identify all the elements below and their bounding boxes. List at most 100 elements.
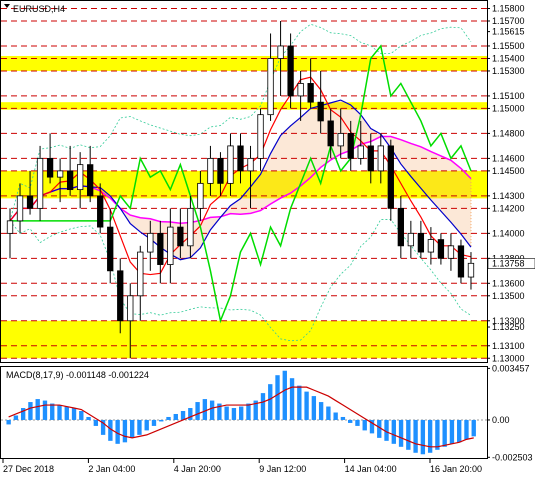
chart-window[interactable]: 1.15800 1.15700 1.15615 1.15500 1.15400 1.153… bbox=[0, 0, 535, 482]
macd-bar bbox=[413, 419, 418, 453]
chart-canvas[interactable]: 1.15800 1.157001.15615 1.15500 1.15400 1.153… bbox=[0, 0, 535, 482]
candle-body bbox=[257, 114, 264, 159]
candle-body bbox=[387, 145, 394, 209]
macd-bar bbox=[398, 419, 404, 447]
candle-body bbox=[117, 270, 124, 322]
candle-body bbox=[437, 239, 445, 259]
macd-bar bbox=[471, 419, 476, 437]
macd-bar bbox=[362, 419, 367, 431]
candle-body bbox=[46, 157, 54, 178]
macd-bar bbox=[64, 406, 69, 420]
candle-body bbox=[407, 232, 415, 247]
macd-bar bbox=[35, 399, 40, 420]
candle-body bbox=[237, 145, 244, 172]
macd-bar bbox=[275, 375, 280, 420]
macd-bar bbox=[28, 402, 33, 420]
yellow-zone bbox=[1, 320, 487, 359]
price-tick-label: 1.13250 bbox=[492, 322, 525, 332]
macd-bar bbox=[246, 403, 251, 420]
macd-bar bbox=[209, 400, 215, 420]
price-tick-label: 1.14300 bbox=[492, 191, 525, 201]
candle-body bbox=[97, 195, 104, 228]
candle-body bbox=[247, 157, 254, 172]
candle-body bbox=[167, 226, 174, 265]
macd-bar bbox=[129, 419, 135, 438]
candle-body bbox=[327, 120, 334, 147]
candle-body bbox=[26, 195, 34, 209]
price-tick-label: 1.15800 bbox=[492, 3, 525, 13]
candle-body bbox=[307, 83, 314, 103]
macd-bar bbox=[268, 384, 273, 420]
macd-bar bbox=[57, 405, 62, 420]
candle-body bbox=[16, 195, 24, 222]
macd-bar bbox=[318, 402, 324, 420]
candle-body bbox=[287, 45, 294, 97]
candle-body bbox=[137, 251, 144, 297]
macd-bar bbox=[326, 406, 331, 420]
macd-tick-label: -0.002503 bbox=[492, 452, 533, 462]
price-tick-label: 1.15000 bbox=[492, 103, 525, 113]
macd-bar bbox=[6, 419, 11, 425]
macd-bar bbox=[311, 396, 317, 420]
candle-body bbox=[127, 295, 134, 322]
price-tick-label: 1.15500 bbox=[492, 41, 525, 51]
macd-bar bbox=[420, 419, 426, 455]
candle-body bbox=[267, 58, 274, 116]
candle-body bbox=[36, 157, 44, 209]
macd-bar bbox=[435, 419, 440, 450]
candle-body bbox=[417, 232, 425, 253]
price-tick-label: 1.13600 bbox=[492, 278, 525, 288]
candle-body bbox=[227, 145, 234, 184]
macd-bar bbox=[122, 419, 128, 443]
candle-body bbox=[377, 145, 384, 172]
macd-bar bbox=[340, 416, 346, 420]
price-tick-label: 1.15400 bbox=[492, 53, 525, 63]
macd-bar bbox=[180, 411, 186, 420]
price-tick-label: 1.14600 bbox=[492, 153, 525, 163]
price-tick-label: 1.14000 bbox=[492, 228, 525, 238]
macd-bar bbox=[137, 419, 142, 435]
price-tick-label: 1.15700 bbox=[492, 16, 525, 26]
macd-bar bbox=[144, 419, 149, 431]
candle-body bbox=[347, 133, 354, 159]
candle-body bbox=[217, 157, 224, 184]
macd-bar bbox=[224, 406, 229, 420]
macd-bar bbox=[289, 378, 295, 420]
candle-body bbox=[6, 220, 14, 234]
candle-body bbox=[177, 226, 184, 247]
macd-bar bbox=[50, 403, 55, 420]
candle-body bbox=[56, 170, 64, 178]
macd-bar bbox=[297, 385, 302, 420]
price-tick-label: 1.15100 bbox=[492, 91, 525, 101]
macd-bar bbox=[333, 412, 338, 420]
macd-bar bbox=[449, 419, 455, 444]
macd-bar bbox=[86, 416, 91, 420]
candle-body bbox=[457, 245, 465, 278]
price-tick-label: 1.14500 bbox=[492, 166, 525, 176]
macd-bar bbox=[13, 415, 19, 420]
macd-bar bbox=[71, 408, 77, 420]
macd-bar bbox=[159, 419, 164, 422]
macd-bar bbox=[442, 419, 447, 447]
price-tick-label: 1.15615 bbox=[492, 27, 525, 37]
candle-body bbox=[297, 83, 304, 97]
macd-bar bbox=[202, 399, 208, 420]
candle-body bbox=[187, 207, 194, 247]
macd-bar bbox=[282, 370, 287, 420]
time-tick-label: 16 Jan 20:00 bbox=[430, 464, 482, 474]
macd-bar bbox=[93, 419, 99, 426]
candle-body bbox=[447, 245, 455, 259]
price-tick-label: 1.13500 bbox=[492, 291, 525, 301]
candle-body bbox=[157, 232, 164, 265]
time-tick-label: 14 Jan 04:00 bbox=[345, 464, 397, 474]
candle-body bbox=[427, 239, 435, 253]
price-tick-label: 1.13758 bbox=[492, 259, 525, 269]
candle-body bbox=[207, 157, 214, 184]
macd-bar bbox=[406, 419, 411, 450]
macd-bar bbox=[173, 413, 178, 420]
macd-bar bbox=[195, 402, 200, 420]
macd-bar bbox=[457, 419, 462, 443]
candle-body bbox=[317, 101, 324, 122]
price-tick-label: 1.13000 bbox=[492, 353, 525, 363]
candle-body bbox=[87, 164, 94, 197]
